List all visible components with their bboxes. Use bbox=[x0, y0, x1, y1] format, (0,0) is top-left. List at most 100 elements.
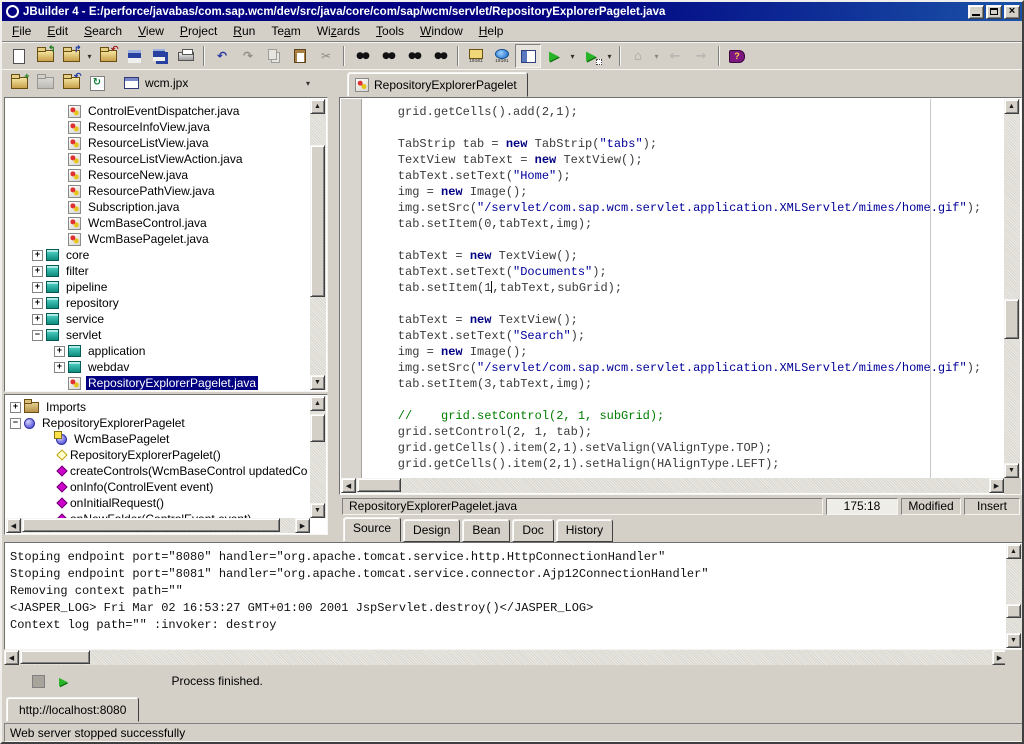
scroll-left-button[interactable]: ◀ bbox=[6, 518, 21, 533]
scroll-left-button[interactable]: ◀ bbox=[4, 650, 19, 665]
menu-item-view[interactable]: View bbox=[130, 21, 172, 41]
menu-item-wizards[interactable]: Wizards bbox=[309, 21, 368, 41]
scroll-thumb[interactable] bbox=[310, 145, 325, 297]
project-selector[interactable]: wcm.jpx ▾ bbox=[124, 76, 314, 90]
tab-bean[interactable]: Bean bbox=[462, 519, 510, 542]
code-area[interactable]: grid.getCells().add(2,1); TabStrip tab =… bbox=[363, 99, 1004, 478]
tab-source[interactable]: Source bbox=[343, 517, 401, 542]
structure-tree[interactable]: +Imports−RepositoryExplorerPageletWcmBas… bbox=[6, 396, 310, 518]
toggle-panes-button[interactable] bbox=[515, 44, 541, 68]
scroll-thumb[interactable] bbox=[1004, 299, 1019, 339]
debug-dropdown[interactable]: ▾ bbox=[604, 44, 615, 68]
menu-item-run[interactable]: Run bbox=[225, 21, 263, 41]
forward-button[interactable]: → bbox=[688, 44, 714, 68]
menu-item-search[interactable]: Search bbox=[76, 21, 130, 41]
save-all-button[interactable] bbox=[147, 44, 173, 68]
structure-item[interactable]: createControls(WcmBaseControl updatedCo bbox=[6, 463, 310, 479]
search-again-button[interactable]: ●● bbox=[401, 44, 427, 68]
tree-item[interactable]: ControlEventDispatcher.java bbox=[6, 103, 310, 119]
tree-item[interactable]: +service bbox=[6, 311, 310, 327]
scroll-up-button[interactable]: ▲ bbox=[1004, 99, 1019, 114]
menu-item-project[interactable]: Project bbox=[172, 21, 225, 41]
expand-box[interactable]: − bbox=[10, 418, 21, 429]
refresh-button[interactable]: ↻ bbox=[84, 71, 110, 95]
replace-button[interactable]: ●● bbox=[375, 44, 401, 68]
scroll-down-button[interactable]: ▼ bbox=[310, 375, 325, 390]
tree-item[interactable]: ResourceListViewAction.java bbox=[6, 151, 310, 167]
back-button[interactable]: ← bbox=[662, 44, 688, 68]
scroll-thumb[interactable] bbox=[310, 414, 325, 442]
scroll-thumb[interactable] bbox=[357, 478, 401, 492]
home-dropdown[interactable]: ▾ bbox=[651, 44, 662, 68]
console-scrollbar-h[interactable]: ◀ ▶ bbox=[4, 650, 1007, 665]
expand-box[interactable]: + bbox=[32, 314, 43, 325]
open-project-button[interactable]: ↰ bbox=[32, 44, 58, 68]
rebuild-project-button[interactable]: 10101 bbox=[489, 44, 515, 68]
chevron-down-icon[interactable]: ▾ bbox=[306, 79, 314, 88]
cut-button[interactable]: ✂ bbox=[313, 44, 339, 68]
expand-box[interactable]: + bbox=[32, 250, 43, 261]
paste-button[interactable] bbox=[287, 44, 313, 68]
scroll-down-button[interactable]: ▼ bbox=[310, 503, 325, 518]
scroll-thumb[interactable] bbox=[22, 518, 280, 532]
tree-item[interactable]: +pipeline bbox=[6, 279, 310, 295]
tree-item[interactable]: ResourcePathView.java bbox=[6, 183, 310, 199]
structure-item[interactable]: onInfo(ControlEvent event) bbox=[6, 479, 310, 495]
menu-item-file[interactable]: File bbox=[4, 21, 39, 41]
project-tree[interactable]: ControlEventDispatcher.javaResourceInfoV… bbox=[6, 99, 310, 390]
structure-item[interactable]: WcmBasePagelet bbox=[6, 431, 310, 447]
reopen-dropdown[interactable]: ▾ bbox=[84, 44, 95, 68]
structure-item[interactable]: −RepositoryExplorerPagelet bbox=[6, 415, 310, 431]
tree-item[interactable]: −servlet bbox=[6, 327, 310, 343]
tree-item[interactable]: ResourceInfoView.java bbox=[6, 119, 310, 135]
structure-scrollbar-h[interactable]: ◀ ▶ bbox=[6, 518, 310, 533]
stop-process-icon[interactable] bbox=[32, 675, 45, 688]
expand-box[interactable]: − bbox=[32, 330, 43, 341]
maximize-button[interactable] bbox=[986, 5, 1002, 19]
scroll-thumb[interactable] bbox=[1006, 604, 1021, 618]
expand-box[interactable]: + bbox=[32, 282, 43, 293]
scroll-left-button[interactable]: ◀ bbox=[341, 478, 356, 493]
tree-item[interactable]: ResourceListView.java bbox=[6, 135, 310, 151]
scroll-down-button[interactable]: ▼ bbox=[1006, 633, 1021, 648]
debug-button[interactable]: ▶ bbox=[578, 44, 604, 68]
menu-item-tools[interactable]: Tools bbox=[368, 21, 412, 41]
tree-item[interactable]: +webdav bbox=[6, 359, 310, 375]
scroll-right-button[interactable]: ▶ bbox=[295, 518, 310, 533]
minimize-button[interactable] bbox=[968, 5, 984, 19]
menu-item-help[interactable]: Help bbox=[471, 21, 512, 41]
remove-from-project-button[interactable] bbox=[32, 71, 58, 95]
close-button[interactable]: × bbox=[1004, 5, 1020, 19]
save-button[interactable] bbox=[121, 44, 147, 68]
project-tree-scrollbar[interactable]: ▲ ▼ bbox=[310, 99, 326, 390]
menu-item-edit[interactable]: Edit bbox=[39, 21, 76, 41]
tree-item[interactable]: +core bbox=[6, 247, 310, 263]
make-project-button[interactable]: 10101 bbox=[463, 44, 489, 68]
editor-scrollbar-v[interactable]: ▲ ▼ bbox=[1004, 99, 1020, 478]
menu-item-team[interactable]: Team bbox=[263, 21, 308, 41]
add-to-project-button[interactable]: + bbox=[6, 71, 32, 95]
structure-scrollbar-v[interactable]: ▲ ▼ bbox=[310, 396, 326, 518]
structure-item[interactable]: RepositoryExplorerPagelet() bbox=[6, 447, 310, 463]
expand-box[interactable]: + bbox=[54, 346, 65, 357]
structure-item[interactable]: +Imports bbox=[6, 399, 310, 415]
tree-item[interactable]: +filter bbox=[6, 263, 310, 279]
structure-item[interactable]: onInitialRequest() bbox=[6, 495, 310, 511]
tab-localhost-8080[interactable]: http://localhost:8080 bbox=[6, 697, 139, 722]
editor-scrollbar-h[interactable]: ◀ ▶ bbox=[341, 478, 1004, 493]
expand-box[interactable]: + bbox=[54, 362, 65, 373]
tab-doc[interactable]: Doc bbox=[512, 519, 553, 542]
tree-item[interactable]: +repository bbox=[6, 295, 310, 311]
tree-item[interactable]: RepositoryExplorerPagelet.java bbox=[6, 375, 310, 390]
close-project-button[interactable]: ↶ bbox=[95, 44, 121, 68]
expand-box[interactable]: + bbox=[32, 266, 43, 277]
scroll-right-button[interactable]: ▶ bbox=[989, 478, 1004, 493]
redo-button[interactable]: ↷ bbox=[235, 44, 261, 68]
scroll-up-button[interactable]: ▲ bbox=[310, 99, 325, 114]
close-files-button[interactable]: ↶ bbox=[58, 71, 84, 95]
home-button[interactable]: ⌂ bbox=[625, 44, 651, 68]
copy-button[interactable] bbox=[261, 44, 287, 68]
tab-history[interactable]: History bbox=[556, 519, 613, 542]
scroll-up-button[interactable]: ▲ bbox=[310, 396, 325, 411]
help-button[interactable]: ? bbox=[724, 44, 750, 68]
